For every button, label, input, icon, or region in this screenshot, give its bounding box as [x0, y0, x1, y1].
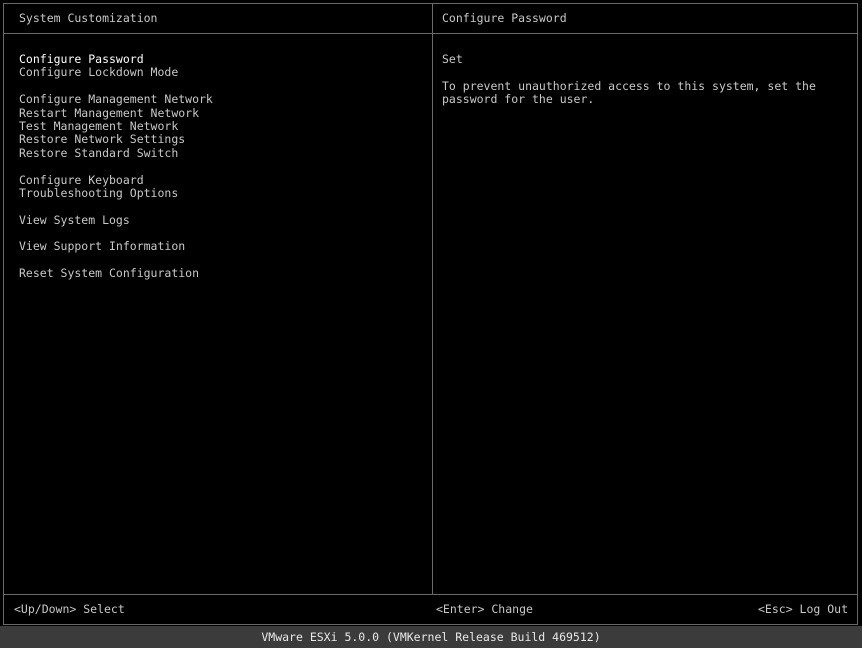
- customization-menu: Configure Password Configure Lockdown Mod…: [19, 52, 213, 281]
- left-panel-title: System Customization: [19, 11, 158, 25]
- change-hint: <Enter> Change: [436, 602, 533, 616]
- menu-item-restore-standard-switch[interactable]: Restore Standard Switch: [19, 146, 213, 160]
- header-divider: [4, 33, 857, 34]
- version-statusbar: VMware ESXi 5.0.0 (VMKernel Release Buil…: [0, 626, 862, 648]
- menu-group-spacer: [19, 227, 213, 240]
- menu-item-configure-management-network[interactable]: Configure Management Network: [19, 92, 213, 106]
- menu-item-restart-management-network[interactable]: Restart Management Network: [19, 106, 213, 120]
- menu-item-view-system-logs[interactable]: View System Logs: [19, 213, 213, 227]
- menu-group-spacer: [19, 160, 213, 173]
- menu-item-reset-system-configuration[interactable]: Reset System Configuration: [19, 266, 213, 280]
- password-status: Set: [442, 52, 463, 66]
- footer-divider: [4, 594, 857, 595]
- menu-item-configure-keyboard[interactable]: Configure Keyboard: [19, 173, 213, 187]
- menu-group-spacer: [19, 80, 213, 93]
- menu-item-test-management-network[interactable]: Test Management Network: [19, 119, 213, 133]
- menu-item-troubleshooting-options[interactable]: Troubleshooting Options: [19, 186, 213, 200]
- menu-item-configure-lockdown-mode[interactable]: Configure Lockdown Mode: [19, 65, 213, 79]
- menu-item-configure-password[interactable]: Configure Password: [19, 52, 213, 66]
- description-line-2: password for the user.: [442, 92, 595, 106]
- menu-item-restore-network-settings[interactable]: Restore Network Settings: [19, 132, 213, 146]
- right-panel-title: Configure Password: [442, 11, 567, 25]
- menu-group-spacer: [19, 200, 213, 213]
- logout-hint: <Esc> Log Out: [758, 602, 849, 616]
- menu-group-spacer: [19, 254, 213, 267]
- select-hint: <Up/Down> Select: [14, 602, 125, 616]
- menu-item-view-support-information[interactable]: View Support Information: [19, 240, 213, 254]
- panel-divider: [432, 4, 433, 594]
